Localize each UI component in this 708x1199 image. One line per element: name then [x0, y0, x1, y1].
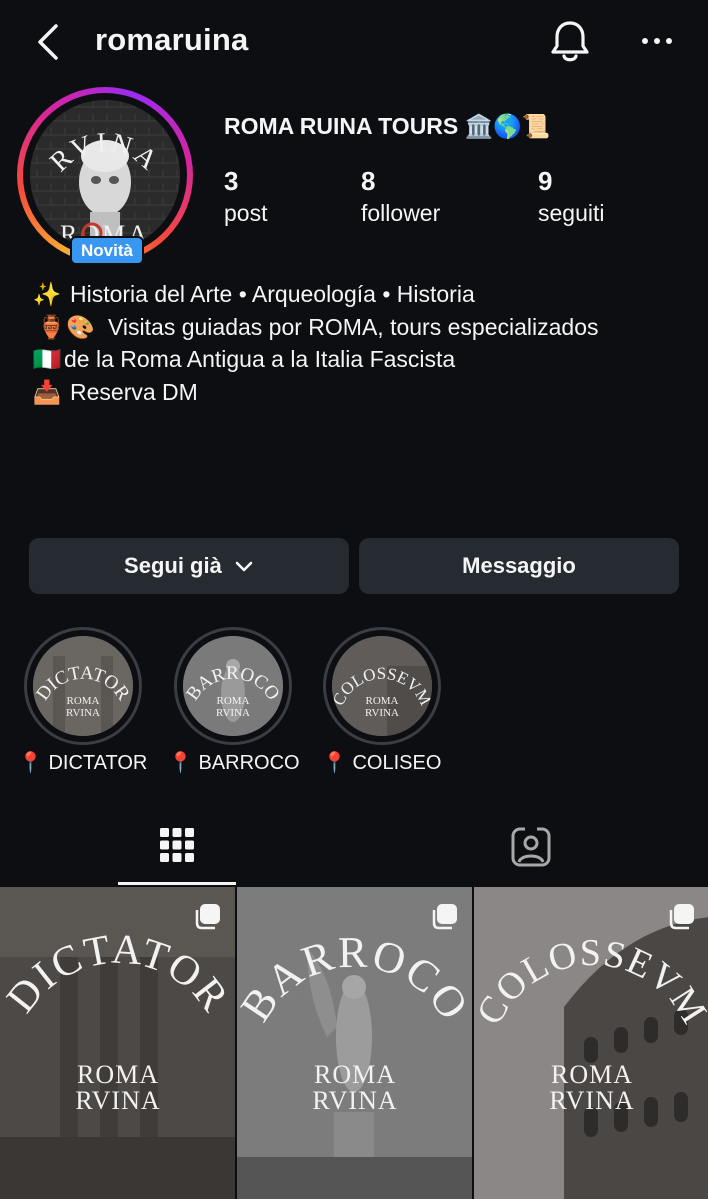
highlight-label: 📍 BARROCO	[168, 752, 300, 774]
highlight-label: 📍 DICTATOR	[18, 752, 148, 774]
back-arrow-icon[interactable]	[30, 22, 70, 62]
message-button[interactable]: Messaggio	[359, 538, 679, 594]
bio-line: 🇮🇹 de la Roma Antigua a la Italia Fascist…	[32, 343, 598, 376]
multi-post-icon	[432, 904, 457, 930]
stat-following-label: seguiti	[538, 200, 605, 226]
multi-post-icon	[669, 904, 694, 930]
post-image: BARROCO ROMA RVINA	[237, 887, 472, 1199]
post-brand-top: ROMA	[551, 1060, 633, 1089]
post-brand-top: ROMA	[314, 1060, 396, 1089]
highlight-brand-top: ROMA	[216, 695, 249, 707]
amphora-palette-emoji: 🏺🎨	[37, 313, 95, 340]
bio-line: 📥 Reserva DM	[32, 376, 598, 409]
post-tile-dictator[interactable]: DICTATOR ROMA RVINA	[0, 887, 235, 1199]
active-tab-indicator	[118, 882, 236, 885]
post-image: DICTATOR ROMA RVINA	[0, 887, 235, 1199]
chevron-down-icon	[235, 561, 253, 572]
highlight-dictator[interactable]: DICTATOR ROMA RVINA	[24, 627, 142, 745]
bio-text: Historia del Arte • Arqueología • Histor…	[70, 281, 475, 307]
stat-followers-value: 8	[361, 166, 376, 196]
profile-display-name: ROMA RUINA TOURS 🏛️🌎📜	[224, 113, 551, 139]
new-story-badge: Novità	[70, 236, 144, 265]
stat-posts[interactable]: 3 post	[224, 166, 267, 230]
avatar: RVINA ROMA	[30, 100, 180, 250]
stat-posts-value: 3	[224, 166, 239, 196]
stat-followers-label: follower	[361, 200, 441, 226]
highlight-cover: BARROCO ROMA RVINA	[183, 636, 283, 736]
bio-text: de la Roma Antigua a la Italia Fascista	[64, 346, 456, 372]
stat-following[interactable]: 9 seguiti	[538, 166, 604, 230]
stat-followers[interactable]: 8 follower	[361, 166, 440, 230]
following-button[interactable]: Segui già	[29, 538, 349, 594]
more-icon[interactable]	[636, 24, 680, 58]
sparkles-emoji: ✨	[32, 281, 62, 307]
post-brand-bottom: RVINA	[549, 1086, 634, 1115]
multi-post-icon	[195, 904, 220, 930]
bell-icon[interactable]	[548, 18, 592, 64]
post-image: COLOSSEVM ROMA RVINA	[474, 887, 708, 1199]
stat-following-value: 9	[538, 166, 553, 196]
italy-flag-emoji: 🇮🇹	[32, 346, 62, 372]
following-button-label: Segui già	[124, 553, 222, 578]
post-brand-top: ROMA	[77, 1060, 159, 1089]
inbox-emoji: 📥	[32, 378, 62, 405]
bio-text: Visitas guiadas por ROMA, tours especial…	[108, 313, 599, 340]
profile-bio: ✨ Historia del Arte • Arqueología • Histo…	[32, 278, 599, 409]
highlight-label: 📍 COLISEO	[322, 752, 442, 774]
bio-line: 🏺🎨 Visitas guiadas por ROMA, tours especi…	[32, 311, 598, 344]
highlight-coliseo[interactable]: COLOSSEVM ROMA RVINA	[323, 627, 441, 745]
highlight-brand-bottom: RVINA	[66, 707, 100, 719]
highlight-brand-top: ROMA	[365, 695, 398, 707]
stat-posts-label: post	[224, 200, 268, 226]
highlight-brand-top: ROMA	[66, 695, 99, 707]
post-brand-bottom: RVINA	[312, 1086, 397, 1115]
bio-line: ✨ Historia del Arte • Arqueología • Histo…	[32, 278, 598, 311]
message-button-label: Messaggio	[462, 553, 576, 578]
grid-icon	[160, 828, 194, 862]
post-tile-colosseum[interactable]: COLOSSEVM ROMA RVINA	[474, 887, 708, 1199]
top-bar: romaruina	[0, 0, 708, 84]
highlight-brand-bottom: RVINA	[216, 707, 250, 719]
post-tile-barroco[interactable]: BARROCO ROMA RVINA	[237, 887, 472, 1199]
highlight-brand-bottom: RVINA	[365, 707, 399, 719]
tab-tagged[interactable]	[472, 818, 590, 886]
highlight-barroco[interactable]: BARROCO ROMA RVINA	[174, 627, 292, 745]
highlight-cover: DICTATOR ROMA RVINA	[33, 636, 133, 736]
avatar-logo-image: RVINA ROMA	[30, 100, 180, 250]
bio-text: Reserva DM	[70, 378, 198, 405]
post-brand-bottom: RVINA	[75, 1086, 160, 1115]
highlight-cover: COLOSSEVM ROMA RVINA	[332, 636, 432, 736]
tab-posts-grid[interactable]	[118, 818, 236, 886]
profile-username: romaruina	[95, 22, 249, 57]
tagged-icon	[511, 827, 551, 867]
